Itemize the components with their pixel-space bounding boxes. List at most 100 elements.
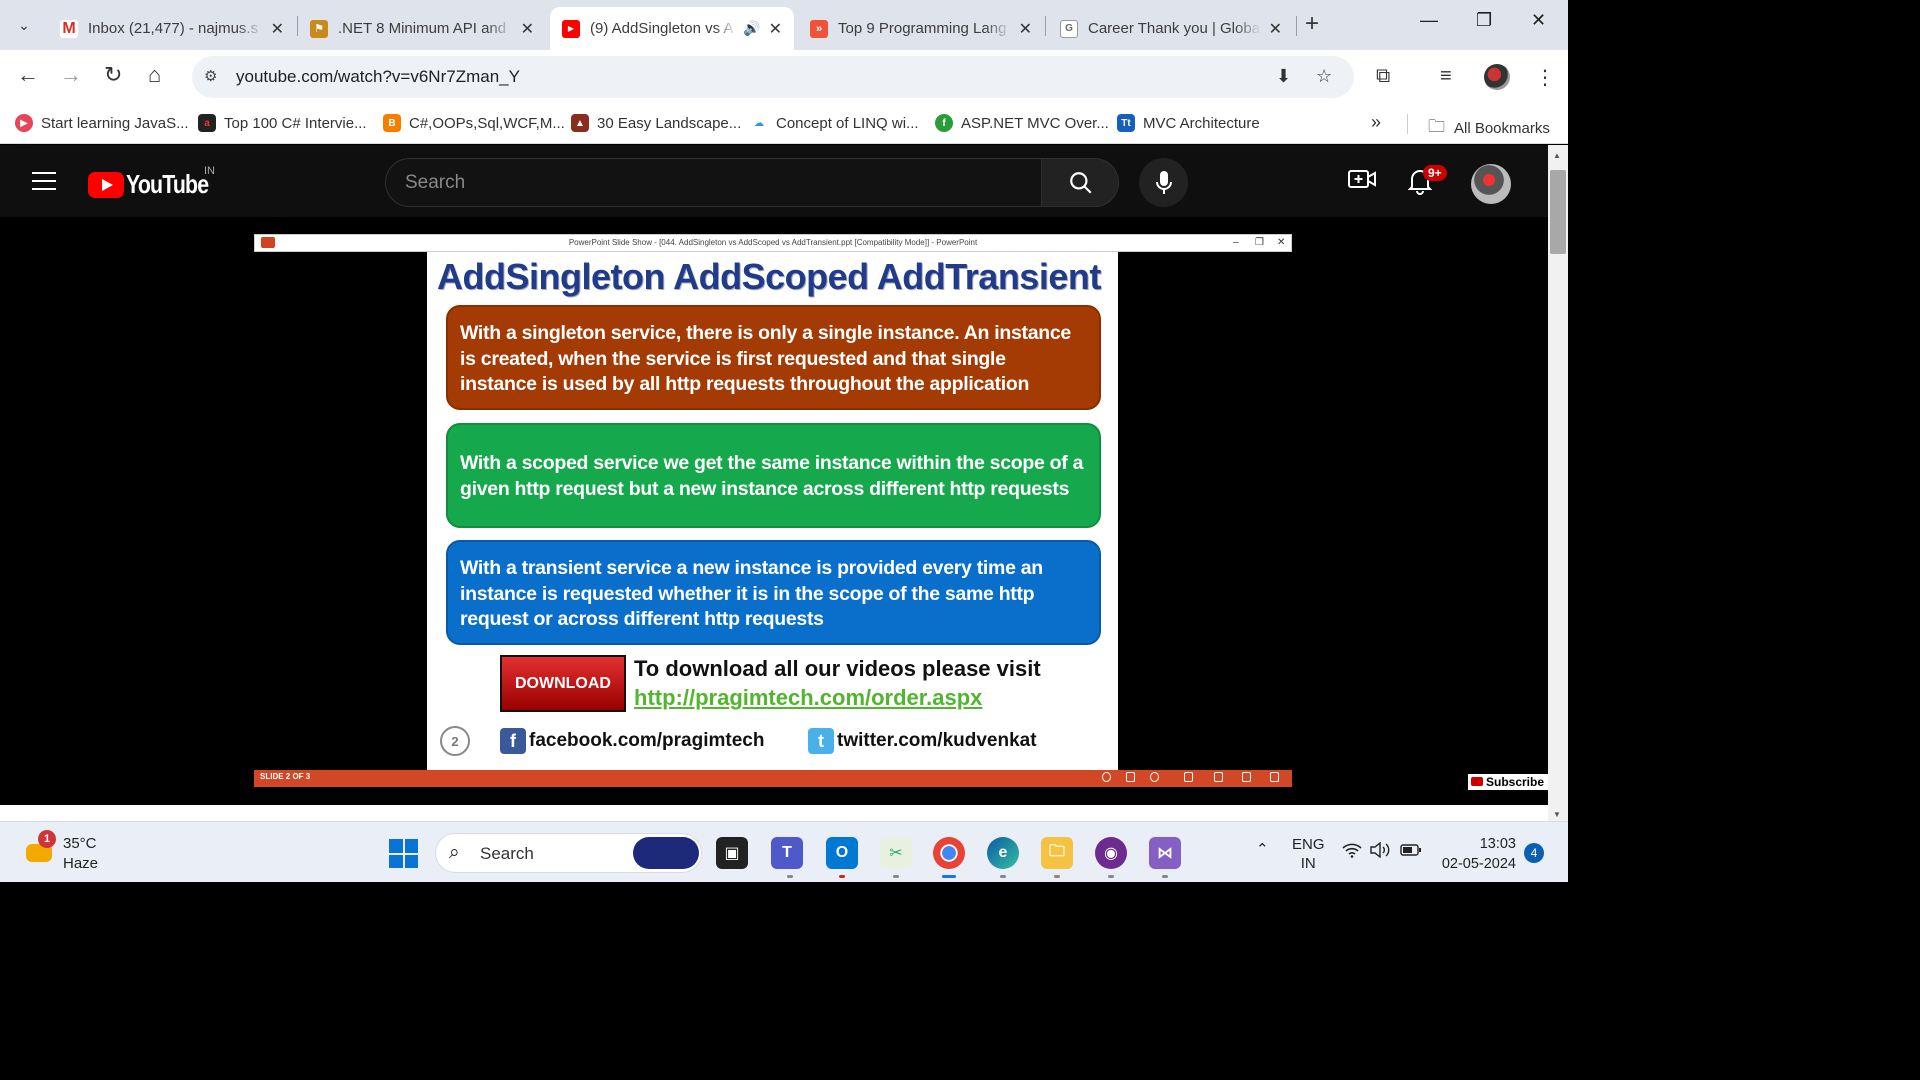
site-info-icon[interactable]: ⚙ <box>204 67 217 85</box>
microphone-icon <box>1156 171 1172 194</box>
bookmark-item[interactable]: B C#,OOPs,Sql,WCF,M... <box>383 114 565 132</box>
teams-icon[interactable]: T <box>771 837 803 869</box>
taskbar-search[interactable]: ⌕ Search <box>435 833 702 873</box>
menu-icon[interactable]: ⋮ <box>1535 65 1555 90</box>
normal-view-icon <box>1184 772 1193 782</box>
close-icon[interactable]: ✕ <box>1019 19 1032 39</box>
install-app-icon[interactable]: ⬇ <box>1276 66 1291 87</box>
reload-button[interactable]: ↻ <box>104 64 122 86</box>
all-bookmarks-button[interactable]: 🗀 All Bookmarks <box>1428 114 1550 143</box>
twitter-handle: t twitter.com/kudvenkat <box>808 728 1037 754</box>
search-highlight-image <box>633 837 699 869</box>
presentation-slide: AddSingleton AddScoped AddTransient With… <box>427 252 1118 771</box>
task-view-icon[interactable]: ▣ <box>716 837 748 869</box>
bookmark-item[interactable]: f ASP.NET MVC Over... <box>935 114 1109 132</box>
bookmark-item[interactable]: ▲ 30 Easy Landscape... <box>571 114 741 132</box>
subscribe-watermark-button[interactable]: Subscribe <box>1468 774 1549 790</box>
bookmark-favicon-icon: a <box>198 114 216 132</box>
profile-avatar[interactable] <box>1484 64 1510 90</box>
file-explorer-icon[interactable]: 🗀 <box>1041 837 1073 869</box>
snipping-tool-icon[interactable]: ✂ <box>880 837 912 869</box>
media-control-icon[interactable]: ≡ <box>1440 65 1452 88</box>
bookmark-star-icon[interactable]: ☆ <box>1316 66 1332 87</box>
page-scrollbar[interactable]: ▲ ▼ <box>1548 145 1568 821</box>
tab-search-menu-button[interactable]: ⌄ <box>10 11 38 39</box>
chrome-icon[interactable] <box>933 837 965 869</box>
bookmark-item[interactable]: ▶ Start learning JavaS... <box>15 114 189 132</box>
clock-date: 02-05-2024 <box>1441 856 1516 872</box>
bookmark-favicon-icon: f <box>935 114 953 132</box>
country-code: IN <box>204 165 215 177</box>
home-button[interactable]: ⌂ <box>148 64 161 86</box>
powerpoint-window-title: PowerPoint Slide Show - [044. AddSinglet… <box>568 238 978 247</box>
new-tab-button[interactable]: + <box>1305 12 1319 36</box>
language-indicator[interactable]: ENG IN <box>1292 835 1325 873</box>
restore-button[interactable]: ❐ <box>1476 10 1492 31</box>
scroll-up-arrow-icon[interactable]: ▲ <box>1553 151 1561 160</box>
close-window-button[interactable]: ✕ <box>1531 10 1546 31</box>
facebook-text: facebook.com/pragimtech <box>529 730 765 751</box>
forward-button[interactable]: → <box>60 64 82 86</box>
close-icon[interactable]: ✕ <box>271 19 284 39</box>
system-clock[interactable]: 13:03 02-05-2024 <box>1438 834 1516 874</box>
volume-icon[interactable] <box>1370 841 1392 862</box>
bookmark-item[interactable]: ☁ Concept of LINQ wi... <box>750 114 919 132</box>
transient-description: With a transient service a new instance … <box>446 540 1101 645</box>
github-desktop-icon[interactable]: ◉ <box>1095 837 1127 869</box>
google-icon: G <box>1060 19 1078 38</box>
next-icon <box>1150 772 1159 782</box>
show-hidden-icons-icon[interactable]: ⌃ <box>1256 840 1269 858</box>
powerpoint-status-bar: SLIDE 2 OF 3 <box>254 770 1292 787</box>
address-bar[interactable]: ⚙ youtube.com/watch?v=v6Nr7Zman_Y ⬇ ☆ <box>192 56 1354 98</box>
edge-icon[interactable]: e <box>987 837 1019 869</box>
bookmark-icon: ⚑ <box>310 19 328 38</box>
minimize-button[interactable]: — <box>1420 10 1438 31</box>
tab-programming[interactable]: » Top 9 Programming Lang ✕ <box>798 7 1044 50</box>
windows-start-icon[interactable] <box>389 839 418 868</box>
previous-icon <box>1102 772 1111 782</box>
create-video-icon[interactable] <box>1348 167 1376 198</box>
download-banner: DOWNLOAD <box>500 655 626 712</box>
search-icon <box>1070 172 1092 194</box>
bookmark-label: Start learning JavaS... <box>41 114 189 132</box>
wifi-icon[interactable] <box>1342 842 1362 862</box>
speaker-icon[interactable]: 🔊 <box>743 20 760 37</box>
scrollbar-thumb[interactable] <box>1550 170 1566 254</box>
tab-dotnet[interactable]: ⚑ .NET 8 Minimum API and ✕ <box>298 7 546 50</box>
youtube-search-box[interactable] <box>385 158 1042 207</box>
video-player[interactable]: PowerPoint Slide Show - [044. AddSinglet… <box>0 217 1549 805</box>
tab-youtube[interactable]: ▶ (9) AddSingleton vs A 🔊 ✕ <box>550 7 794 50</box>
close-icon[interactable]: ✕ <box>1269 19 1282 39</box>
bookmark-favicon-icon: ▲ <box>571 114 589 132</box>
bookmarks-overflow-button[interactable]: » <box>1371 112 1381 133</box>
youtube-header: YouTube IN 9+ <box>0 145 1548 217</box>
account-avatar[interactable] <box>1471 164 1511 204</box>
url-text[interactable]: youtube.com/watch?v=v6Nr7Zman_Y <box>236 67 520 87</box>
close-icon[interactable]: ✕ <box>769 19 782 39</box>
notes-icon <box>1126 772 1135 782</box>
slide-counter: SLIDE 2 OF 3 <box>260 772 311 781</box>
restore-icon: ❐ <box>1255 237 1264 248</box>
youtube-search-input[interactable] <box>386 159 1041 206</box>
search-icon: ⌕ <box>449 842 460 863</box>
youtube-search-button[interactable] <box>1041 158 1119 207</box>
tab-career[interactable]: G Career Thank you | Globa ✕ <box>1048 7 1294 50</box>
taskbar-search-label: Search <box>480 844 534 863</box>
close-icon[interactable]: ✕ <box>521 19 534 39</box>
notification-center-badge[interactable]: 4 <box>1524 843 1544 863</box>
battery-icon[interactable] <box>1400 843 1422 861</box>
youtube-wordmark: YouTube <box>126 169 209 199</box>
bookmark-item[interactable]: Tt MVC Architecture <box>1117 114 1260 132</box>
extensions-icon[interactable]: ⧉ <box>1376 65 1390 88</box>
voice-search-button[interactable] <box>1139 158 1188 207</box>
outlook-icon[interactable]: O <box>826 837 858 869</box>
hamburger-menu-icon[interactable] <box>32 172 56 196</box>
tab-gmail[interactable]: M Inbox (21,477) - najmus.s ✕ <box>48 7 296 50</box>
scroll-down-arrow-icon[interactable]: ▼ <box>1553 810 1561 819</box>
swift-icon: » <box>810 19 828 38</box>
bookmark-item[interactable]: a Top 100 C# Intervie... <box>198 114 367 132</box>
bookmark-label: 30 Easy Landscape... <box>597 114 742 132</box>
visual-studio-icon[interactable]: ⋈ <box>1149 837 1181 869</box>
back-button[interactable]: ← <box>17 64 39 86</box>
weather-widget[interactable]: 1 35°C Haze <box>24 830 98 874</box>
